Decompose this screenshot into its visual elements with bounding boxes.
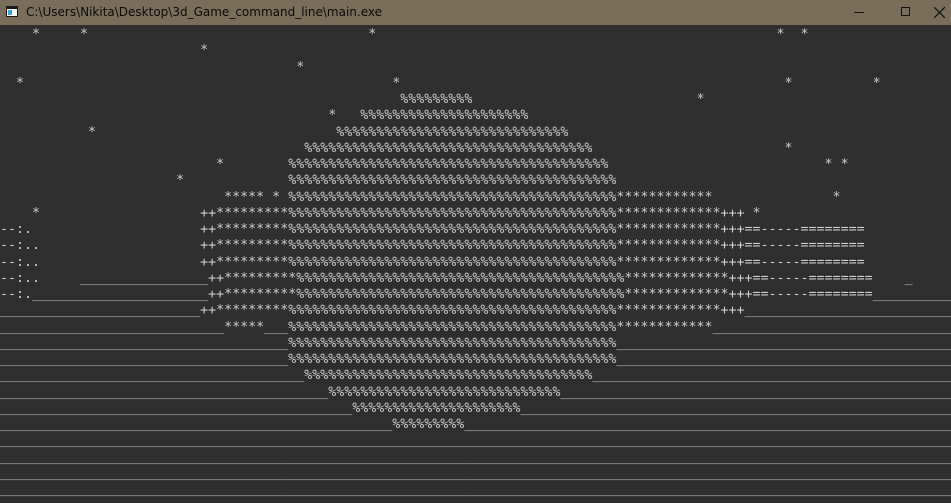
console-app-icon[interactable] [6, 6, 18, 17]
console-output: * * * * * * * * * * * %%%%%%%%% * * %%%%… [0, 25, 951, 503]
maximize-button[interactable] [882, 0, 928, 25]
minimize-button[interactable] [836, 0, 882, 25]
console-window: C:\Users\Nikita\Desktop\3d_Game_command_… [0, 0, 951, 503]
close-button[interactable] [928, 0, 951, 25]
minimize-icon [854, 12, 864, 13]
close-icon [934, 7, 945, 18]
window-title: C:\Users\Nikita\Desktop\3d_Game_command_… [26, 5, 382, 19]
title-bar[interactable]: C:\Users\Nikita\Desktop\3d_Game_command_… [0, 0, 951, 25]
maximize-icon [901, 7, 910, 16]
